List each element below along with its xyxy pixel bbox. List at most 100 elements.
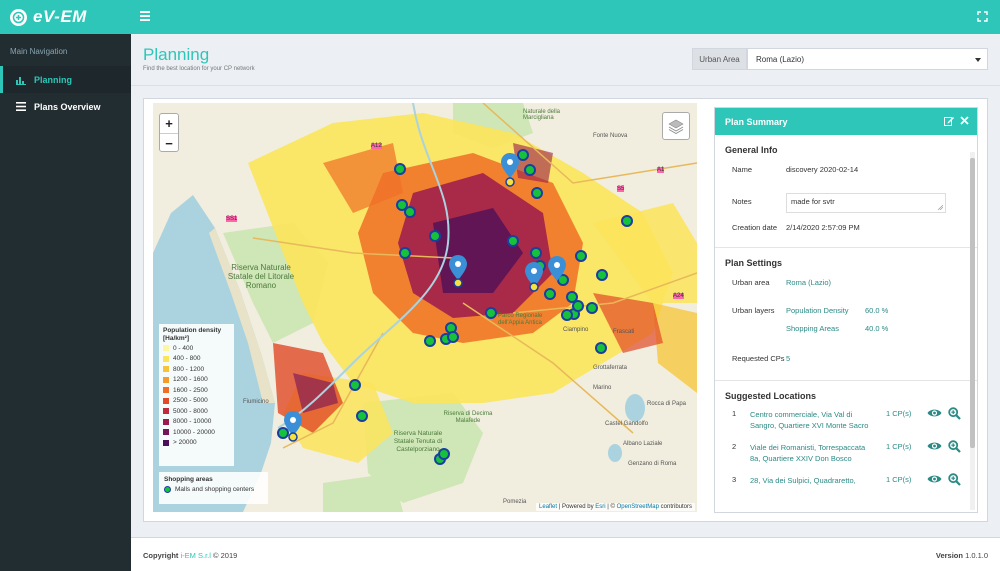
legend-row: > 20000 bbox=[163, 438, 230, 449]
copyright: Copyright i-EM S.r.l © 2019 bbox=[143, 551, 238, 560]
eye-icon[interactable] bbox=[927, 441, 942, 451]
map-pin-icon bbox=[284, 411, 302, 442]
urban-area-value: Roma (Lazio) bbox=[756, 54, 805, 64]
legend-row: 800 - 1200 bbox=[163, 364, 230, 375]
requested-cps-value: 5 bbox=[786, 354, 791, 363]
osm-link[interactable]: OpenStreetMap bbox=[617, 504, 659, 510]
legend-label: 2500 - 5000 bbox=[173, 397, 208, 405]
zoom-to-icon[interactable] bbox=[948, 473, 961, 486]
legend-title: Population density bbox=[163, 327, 222, 334]
sidebar-item-plans-overview[interactable]: Plans Overview bbox=[0, 93, 131, 120]
content-header: Planning Find the best location for your… bbox=[131, 34, 1000, 86]
map-pin-icon bbox=[501, 153, 519, 187]
notes-value: made for svtr bbox=[791, 197, 835, 206]
top-navbar: eV-EM bbox=[0, 0, 1000, 34]
map-pin-icon bbox=[449, 255, 467, 288]
requested-cps-label: Requested CPs bbox=[732, 354, 785, 363]
eye-icon[interactable] bbox=[927, 408, 942, 418]
logo-text: eV-EM bbox=[33, 7, 87, 26]
zoom-in-button[interactable]: + bbox=[160, 114, 178, 133]
general-info-title: General Info bbox=[725, 145, 778, 155]
layer-value: 40.0 % bbox=[865, 324, 889, 333]
legend-label: 8000 - 10000 bbox=[173, 418, 212, 426]
legend-swatch bbox=[163, 418, 169, 425]
legend-label: 400 - 800 bbox=[173, 355, 201, 363]
legend-label: 5000 - 8000 bbox=[173, 407, 208, 415]
location-number: 1 bbox=[732, 409, 737, 418]
map-pin-icon bbox=[525, 262, 543, 292]
company-link[interactable]: i-EM S.r.l bbox=[181, 551, 211, 560]
urban-area-label: Urban Area bbox=[692, 48, 747, 70]
layer-value: 60.0 % bbox=[865, 306, 889, 315]
legend-swatch bbox=[163, 355, 169, 362]
legend-row: 8000 - 10000 bbox=[163, 417, 230, 428]
location-address[interactable]: 28, Via dei Sulpici, Quadraretto, bbox=[750, 475, 872, 486]
suggested-location-item: 3 28, Via dei Sulpici, Quadraretto, 1 CP(s… bbox=[715, 473, 977, 508]
legend-row: 10000 - 20000 bbox=[163, 427, 230, 438]
location-address[interactable]: Viale dei Romanisti, Torrespaccata 8a, Q… bbox=[750, 442, 872, 464]
map-attribution: Leaflet | Powered by Esri | © OpenStreet… bbox=[536, 503, 695, 511]
map-view[interactable]: Riserva Naturale Statale del Litorale Ro… bbox=[153, 103, 697, 512]
shopping-legend: Shopping areas Malls and shopping center… bbox=[159, 472, 268, 504]
mall-marker-icon bbox=[164, 486, 171, 493]
sidebar: Main Navigation Planning Plans Overview bbox=[0, 34, 131, 571]
edit-icon[interactable] bbox=[944, 116, 954, 126]
resize-handle-icon[interactable] bbox=[938, 205, 943, 210]
list-icon bbox=[16, 102, 26, 112]
page-title: Planning bbox=[143, 45, 210, 64]
location-cps: 1 CP(s) bbox=[886, 475, 912, 484]
layer-name: Population Density bbox=[786, 306, 849, 315]
esri-link[interactable]: Esri bbox=[595, 504, 605, 510]
app-logo[interactable]: eV-EM bbox=[10, 0, 130, 34]
layers-icon bbox=[668, 119, 684, 134]
legend-row: 1200 - 1600 bbox=[163, 375, 230, 386]
legend-label: 1600 - 2500 bbox=[173, 386, 208, 394]
footer: Copyright i-EM S.r.l © 2019 Version 1.0.… bbox=[131, 537, 1000, 571]
notes-field[interactable]: made for svtr bbox=[786, 193, 946, 213]
legend-swatch bbox=[163, 376, 169, 383]
plan-summary-panel: Plan Summary General Info Name discovery… bbox=[714, 107, 978, 513]
legend-row: 1600 - 2500 bbox=[163, 385, 230, 396]
legend-row: 0 - 400 bbox=[163, 343, 230, 354]
layers-button[interactable] bbox=[662, 112, 690, 140]
suggested-locations-title: Suggested Locations bbox=[725, 391, 817, 401]
summary-scrollbar[interactable] bbox=[970, 152, 975, 510]
legend-swatch bbox=[163, 408, 169, 415]
legend-row: 400 - 800 bbox=[163, 354, 230, 365]
legend-swatch bbox=[163, 429, 169, 436]
legend-row: 2500 - 5000 bbox=[163, 396, 230, 407]
zoom-to-icon[interactable] bbox=[948, 440, 961, 453]
menu-toggle-icon[interactable] bbox=[140, 11, 150, 21]
eye-icon[interactable] bbox=[927, 474, 942, 484]
location-cps: 1 CP(s) bbox=[886, 442, 912, 451]
scrollbar-thumb[interactable] bbox=[970, 158, 975, 448]
plan-settings-title: Plan Settings bbox=[725, 258, 783, 268]
location-number: 3 bbox=[732, 475, 737, 484]
close-icon[interactable] bbox=[960, 116, 969, 125]
suggested-location-item: 2 Viale dei Romanisti, Torrespaccata 8a, … bbox=[715, 440, 977, 475]
density-legend: Population density [Ha/km²] 0 - 400 400 -… bbox=[159, 324, 234, 466]
name-label: Name bbox=[732, 165, 753, 174]
urban-area-summary-label: Urban area bbox=[732, 278, 770, 287]
legend-label: 1200 - 1600 bbox=[173, 376, 208, 384]
legend-label: 10000 - 20000 bbox=[173, 428, 215, 436]
legend-swatch bbox=[163, 345, 169, 352]
zoom-out-button[interactable]: − bbox=[160, 133, 178, 152]
fullscreen-icon[interactable] bbox=[977, 11, 988, 22]
chevron-down-icon bbox=[975, 58, 981, 62]
creation-date-label: Creation date bbox=[732, 223, 778, 232]
location-address[interactable]: Centro commerciale, Via Val di Sangro, Q… bbox=[750, 409, 872, 431]
legend-label: > 20000 bbox=[173, 439, 197, 447]
urban-layers-label: Urban layers bbox=[732, 306, 775, 315]
location-cps: 1 CP(s) bbox=[886, 409, 912, 418]
zoom-control: + − bbox=[159, 113, 179, 152]
zoom-to-icon[interactable] bbox=[948, 407, 961, 420]
layer-name: Shopping Areas bbox=[786, 324, 839, 333]
urban-area-select[interactable]: Roma (Lazio) bbox=[747, 48, 988, 70]
urban-area-summary-value: Roma (Lazio) bbox=[786, 278, 832, 287]
cp-pins bbox=[284, 153, 566, 442]
legend-swatch bbox=[163, 439, 169, 446]
sidebar-item-planning[interactable]: Planning bbox=[0, 66, 131, 93]
legend-swatch bbox=[163, 387, 169, 394]
leaflet-link[interactable]: Leaflet bbox=[539, 504, 557, 510]
